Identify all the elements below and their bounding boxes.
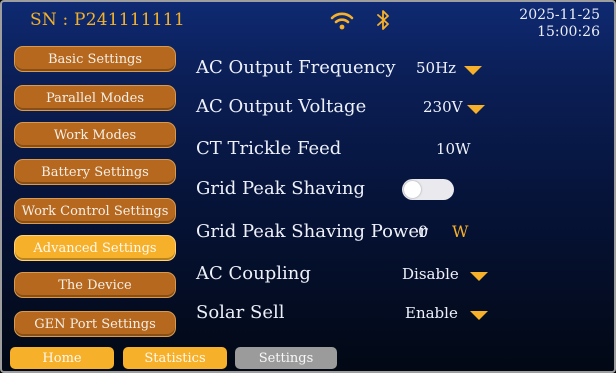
solar-sell-dropdown-icon[interactable] — [470, 311, 488, 320]
ac-output-frequency-value[interactable]: 50Hz — [416, 54, 456, 82]
ac-coupling-value[interactable]: Disable — [402, 260, 459, 288]
menu-gen-port-settings[interactable]: GEN Port Settings — [14, 311, 176, 337]
menu-work-control-settings[interactable]: Work Control Settings — [14, 198, 176, 224]
setting-row-ac-output-frequency: AC Output Frequency 50Hz — [196, 54, 596, 82]
bluetooth-icon — [377, 10, 389, 30]
device-screen: SN : P241111111 2025-11-25 15:00:26 Basi… — [0, 0, 616, 373]
grid-peak-shaving-power-unit: W — [452, 222, 469, 241]
grid-peak-shaving-label: Grid Peak Shaving — [196, 178, 365, 199]
ac-output-voltage-value[interactable]: 230V — [423, 93, 462, 121]
ct-trickle-feed-label: CT Trickle Feed — [196, 138, 342, 159]
grid-peak-shaving-toggle[interactable] — [402, 179, 454, 200]
ac-output-voltage-label: AC Output Voltage — [196, 96, 367, 117]
solar-sell-label: Solar Sell — [196, 302, 285, 323]
ac-coupling-label: AC Coupling — [196, 263, 311, 284]
menu-parallel-modes[interactable]: Parallel Modes — [14, 85, 176, 111]
time-text: 15:00:26 — [537, 24, 600, 40]
tab-settings[interactable]: Settings — [235, 347, 337, 369]
solar-sell-value[interactable]: Enable — [405, 299, 458, 327]
menu-battery-settings[interactable]: Battery Settings — [14, 159, 176, 185]
serial-number: SN : P241111111 — [30, 10, 185, 30]
datetime: 2025-11-25 15:00:26 — [519, 7, 600, 41]
setting-row-solar-sell: Solar Sell Enable — [196, 299, 596, 327]
menu-work-modes[interactable]: Work Modes — [14, 122, 176, 148]
ac-output-frequency-dropdown-icon[interactable] — [464, 66, 482, 75]
ac-output-frequency-label: AC Output Frequency — [196, 57, 396, 78]
menu-the-device[interactable]: The Device — [14, 272, 176, 298]
setting-row-ac-coupling: AC Coupling Disable — [196, 260, 596, 288]
tab-home[interactable]: Home — [10, 347, 114, 369]
toggle-knob — [404, 181, 421, 198]
menu-advanced-settings[interactable]: Advanced Settings — [14, 235, 176, 261]
date-text: 2025-11-25 — [519, 7, 600, 23]
ac-coupling-dropdown-icon[interactable] — [470, 272, 488, 281]
setting-row-grid-peak-shaving-power: Grid Peak Shaving Power 0 W — [196, 218, 596, 246]
grid-peak-shaving-power-label: Grid Peak Shaving Power — [196, 221, 428, 242]
setting-row-ac-output-voltage: AC Output Voltage 230V — [196, 93, 596, 121]
setting-row-grid-peak-shaving: Grid Peak Shaving — [196, 175, 596, 203]
wifi-icon — [330, 12, 354, 30]
grid-peak-shaving-power-value[interactable]: 0 — [418, 218, 428, 246]
ac-output-voltage-dropdown-icon[interactable] — [467, 105, 485, 114]
tab-statistics[interactable]: Statistics — [123, 347, 227, 369]
setting-row-ct-trickle-feed: CT Trickle Feed 10W — [196, 135, 596, 163]
ct-trickle-feed-value[interactable]: 10W — [436, 135, 471, 163]
menu-basic-settings[interactable]: Basic Settings — [14, 46, 176, 72]
